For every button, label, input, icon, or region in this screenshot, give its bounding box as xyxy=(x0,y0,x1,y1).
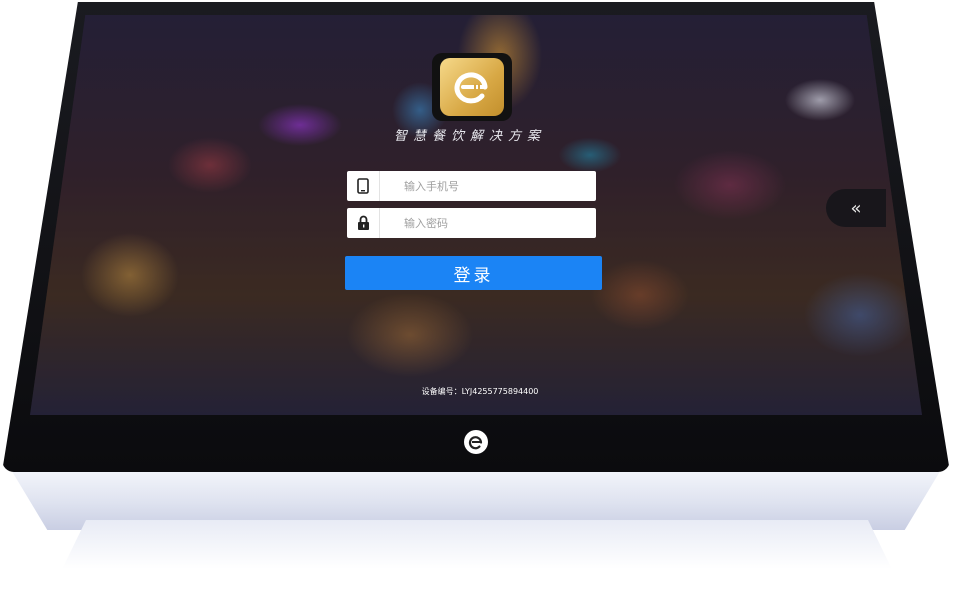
app-logo xyxy=(432,53,512,121)
device-id-label: 设备编号：LYJ4255775894400 xyxy=(421,387,539,396)
lock-icon xyxy=(347,208,380,238)
home-e-icon[interactable] xyxy=(464,430,488,454)
kiosk-stand-base xyxy=(52,520,902,590)
phone-icon xyxy=(347,171,380,201)
password-field[interactable] xyxy=(347,208,596,238)
app-slogan: 智慧餐饮解决方案 xyxy=(393,129,546,144)
side-panel-toggle[interactable]: « xyxy=(826,189,886,227)
double-chevron-left-icon: « xyxy=(850,197,862,219)
login-button[interactable]: 登录 xyxy=(345,256,602,290)
restaurant-e-logo-icon xyxy=(440,58,504,116)
phone-input[interactable] xyxy=(380,178,586,194)
password-input[interactable] xyxy=(380,215,586,231)
phone-field[interactable] xyxy=(347,171,596,201)
login-screen: 智慧餐饮解决方案 登录 设备编号：LYJ4255775894400 xyxy=(30,15,922,415)
